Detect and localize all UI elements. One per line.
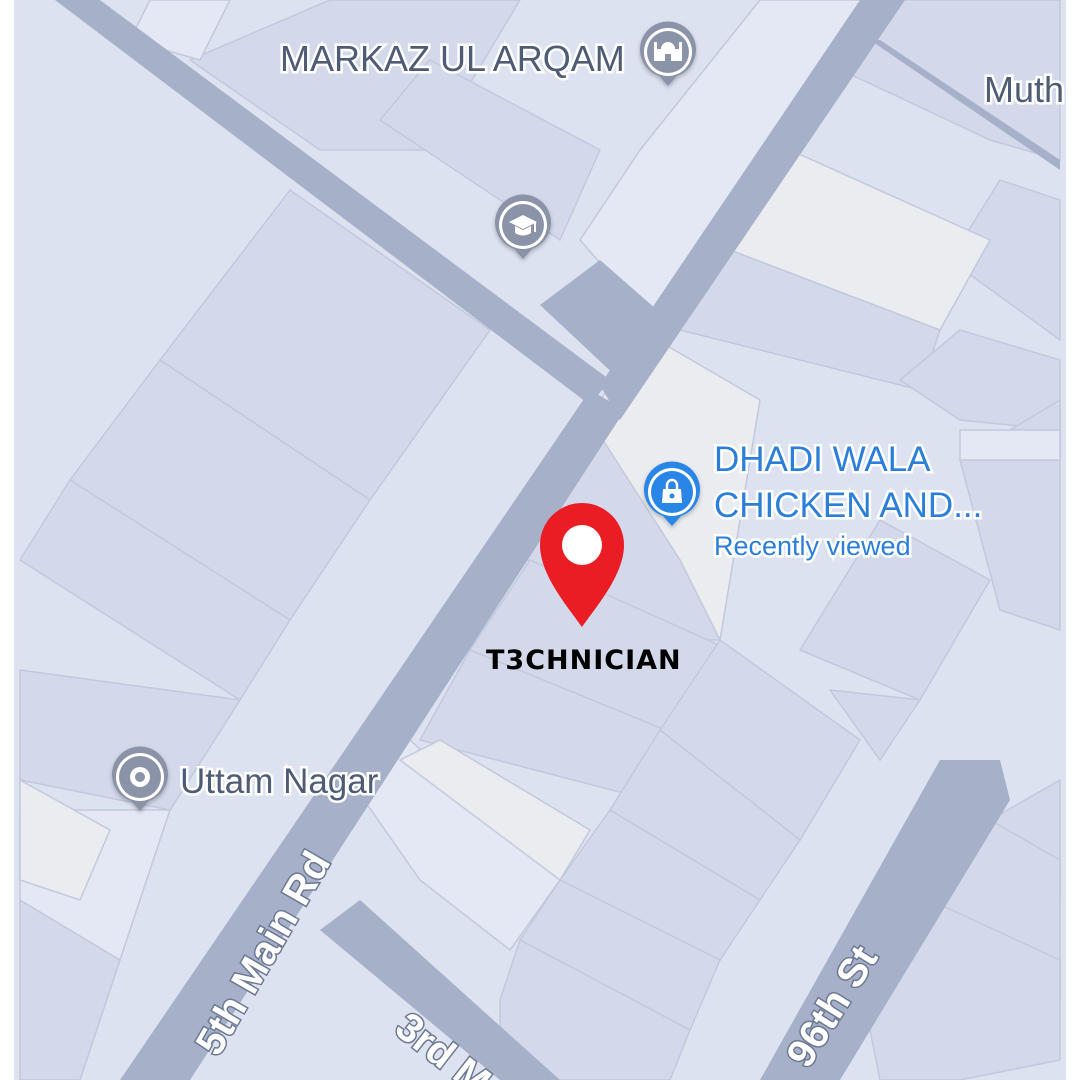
right-margin — [1066, 0, 1080, 1080]
technician-marker-label: T3CHNICIAN — [486, 645, 682, 676]
place-label-dhadi-line1[interactable]: DHADI WALA — [712, 438, 934, 482]
map-canvas[interactable]: MARKAZ UL ARQAM Muth DHADI WALA CHICKEN … — [0, 0, 1080, 1080]
place-label-muth[interactable]: Muth — [982, 67, 1067, 113]
place-label-markaz[interactable]: MARKAZ UL ARQAM — [278, 36, 628, 82]
place-label-dhadi-line2[interactable]: CHICKEN AND... — [712, 484, 985, 528]
left-margin — [0, 0, 14, 1080]
map-base: MARKAZ UL ARQAM Muth DHADI WALA CHICKEN … — [0, 0, 1080, 1080]
place-label-uttam-nagar[interactable]: Uttam Nagar — [178, 760, 382, 804]
place-note-recently-viewed: Recently viewed — [714, 531, 911, 561]
